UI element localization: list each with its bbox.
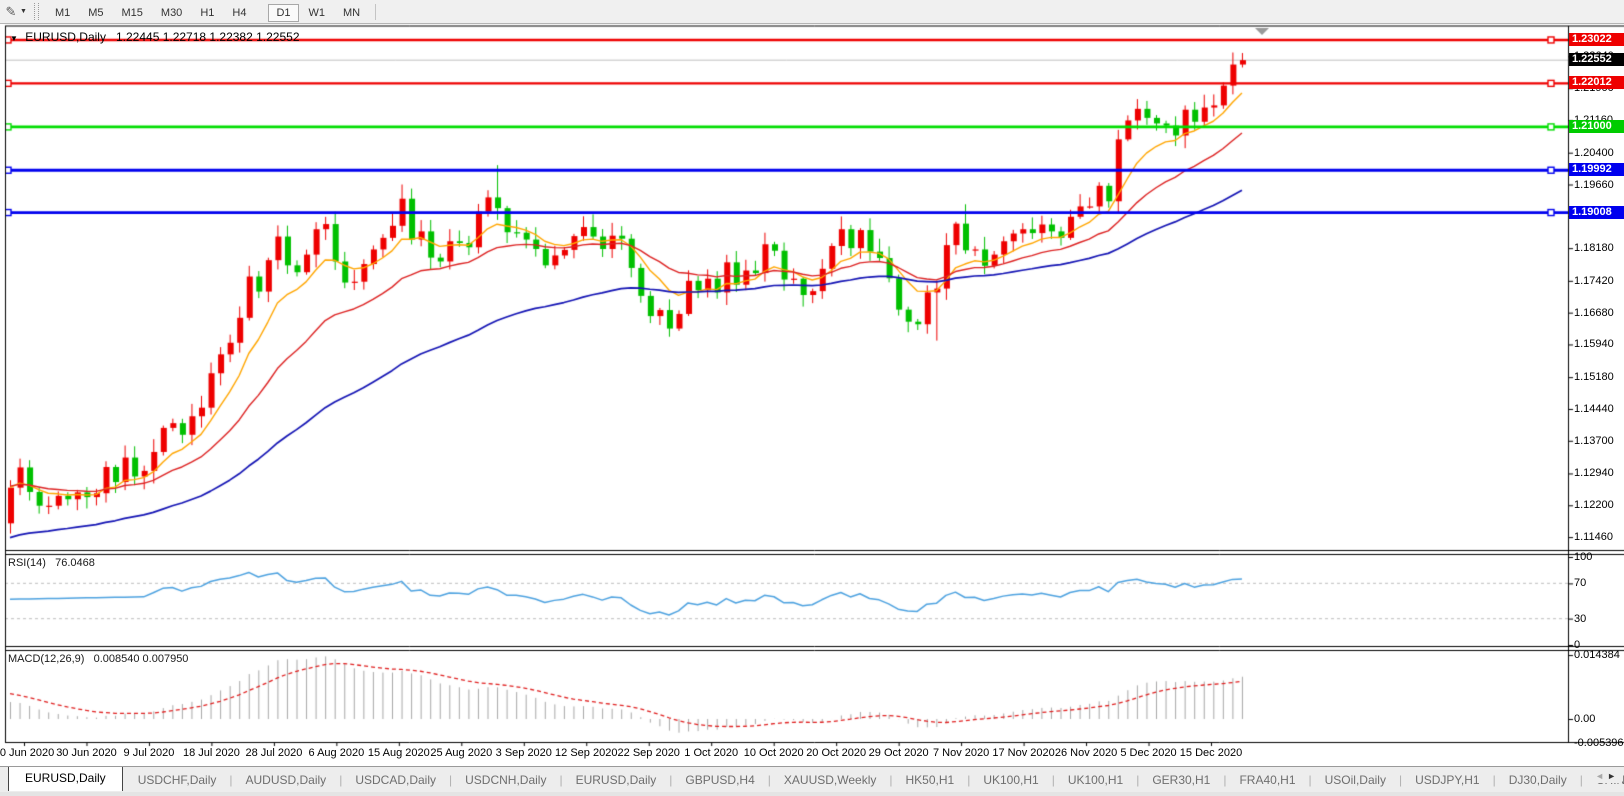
chart-tab-usdcnh-daily[interactable]: USDCNH,Daily: [452, 770, 559, 790]
date-tick-label: 30 Jun 2020: [56, 747, 117, 759]
date-tick-label: 9 Jul 2020: [124, 747, 175, 759]
chart-title-collapse-icon[interactable]: ▼: [10, 34, 18, 43]
date-tick-label: 15 Dec 2020: [1180, 747, 1242, 759]
date-tick-label: 5 Dec 2020: [1120, 747, 1176, 759]
timeframe-button-mn[interactable]: MN: [335, 4, 368, 22]
date-tick-label: 10 Oct 2020: [744, 747, 804, 759]
date-tick-label: 12 Sep 2020: [555, 747, 617, 759]
date-tick-label: 18 Jul 2020: [183, 747, 240, 759]
chart-tab-ger30-h1[interactable]: GER30,H1: [1139, 770, 1223, 790]
price-tick-label: 1.14440: [1574, 403, 1614, 415]
date-tick-label: 26 Nov 2020: [1055, 747, 1117, 759]
price-tick-label: 1.19660: [1574, 179, 1614, 191]
date-tick-label: 25 Aug 2020: [430, 747, 492, 759]
chart-tab-uk100-h1[interactable]: UK100,H1: [1055, 770, 1136, 790]
chart-tab-usdcad-daily[interactable]: USDCAD,Daily: [342, 770, 449, 790]
macd-tick-label: -0.005396: [1574, 737, 1624, 749]
price-tick-label: 1.13700: [1574, 435, 1614, 447]
price-tick-label: 1.12200: [1574, 499, 1614, 511]
rsi-value: 76.0468: [55, 557, 95, 569]
timeframe-buttons: M1M5M15M30H1H4 D1W1MN: [46, 3, 369, 21]
date-tick-label: 15 Aug 2020: [368, 747, 430, 759]
price-tick-label: 1.15940: [1574, 338, 1614, 350]
chart-tab-audusd-daily[interactable]: AUDUSD,Daily: [233, 770, 340, 790]
tab-scroll-right-icon[interactable]: ►: [1607, 771, 1619, 781]
rsi-tick-label: 100: [1574, 551, 1592, 563]
timeframe-button-h4[interactable]: H4: [224, 4, 254, 22]
price-tick-label: 1.20400: [1574, 147, 1614, 159]
pen-tool-dropdown-caret[interactable]: ▼: [20, 8, 27, 15]
chart-tab-uk100-h1[interactable]: UK100,H1: [970, 770, 1051, 790]
price-line-label[interactable]: 1.23022: [1569, 33, 1624, 46]
price-tick-label: 1.11460: [1574, 531, 1613, 543]
price-tick-label: 1.12940: [1574, 467, 1614, 479]
chart-tab-gbpusd-h4[interactable]: GBPUSD,H4: [672, 770, 767, 790]
tab-scroll-left-icon[interactable]: ◄: [1595, 771, 1607, 781]
status-strip: [0, 792, 1624, 796]
chart-tab-xauusd-weekly[interactable]: XAUUSD,Weekly: [771, 770, 889, 790]
price-line-label[interactable]: 1.19008: [1569, 206, 1624, 219]
chart-tab-usoil-daily[interactable]: USOil,Daily: [1312, 770, 1399, 790]
timeframe-button-d1[interactable]: D1: [268, 4, 298, 22]
date-tick-label: 17 Nov 2020: [992, 747, 1054, 759]
price-tick-label: 1.16680: [1574, 307, 1614, 319]
macd-tick-label: 0.014384: [1574, 649, 1620, 661]
chart-canvas[interactable]: [0, 0, 1624, 766]
rsi-tick-label: 30: [1574, 613, 1586, 625]
price-line-label[interactable]: 1.22012: [1569, 76, 1624, 89]
chart-tab-dj30-daily[interactable]: DJ30,Daily: [1496, 770, 1580, 790]
chart-tab-eurusd-daily[interactable]: EURUSD,Daily: [563, 770, 670, 790]
price-tick-label: 1.17420: [1574, 275, 1614, 287]
date-tick-label: 20 Oct 2020: [806, 747, 866, 759]
chart-symbol-period: EURUSD,Daily: [25, 30, 106, 44]
price-tick-label: 1.18180: [1574, 242, 1614, 254]
macd-values: 0.008540 0.007950: [94, 653, 189, 665]
price-tick-label: 1.15180: [1574, 371, 1614, 383]
trading-platform-window: ✎ ▼ M1M5M15M30H1H4 D1W1MN ▼ EURUSD,Daily …: [0, 0, 1624, 796]
macd-tick-label: 0.00: [1574, 713, 1595, 725]
macd-name: MACD(12,26,9): [8, 653, 84, 665]
timeframe-toolbar: ✎ ▼ M1M5M15M30H1H4 D1W1MN: [0, 0, 1624, 24]
date-tick-label: 29 Oct 2020: [869, 747, 929, 759]
toolbar-grip-handle[interactable]: [34, 3, 39, 20]
chart-tab-fra40-h1[interactable]: FRA40,H1: [1226, 770, 1308, 790]
timeframe-button-h1[interactable]: H1: [192, 4, 222, 22]
chart-tab-bar: EURUSD,DailyUSDCHF,Daily|AUDUSD,Daily|US…: [0, 766, 1624, 793]
macd-indicator-label: MACD(12,26,9) 0.008540 0.007950: [8, 653, 188, 665]
chart-ohlc-values: 1.22445 1.22718 1.22382 1.22552: [116, 30, 300, 44]
price-line-label[interactable]: 1.19992: [1569, 163, 1624, 176]
date-tick-label: 1 Oct 2020: [684, 747, 738, 759]
pen-tool-icon[interactable]: ✎: [2, 4, 20, 20]
price-line-label[interactable]: 1.21000: [1569, 120, 1624, 133]
chart-tab-usdchf-daily[interactable]: USDCHF,Daily: [125, 770, 230, 790]
date-tick-label: 22 Sep 2020: [618, 747, 680, 759]
chart-tab-usdjpy-h1[interactable]: USDJPY,H1: [1402, 770, 1492, 790]
date-tick-label: 3 Sep 2020: [496, 747, 552, 759]
timeframe-button-w1[interactable]: W1: [301, 4, 334, 22]
price-line-label[interactable]: 1.22552: [1569, 53, 1624, 66]
rsi-name: RSI(14): [8, 557, 46, 569]
timeframe-button-m30[interactable]: M30: [153, 4, 190, 22]
date-tick-label: 20 Jun 2020: [0, 747, 54, 759]
rsi-tick-label: 70: [1574, 577, 1586, 589]
timeframe-button-m5[interactable]: M5: [80, 4, 111, 22]
rsi-indicator-label: RSI(14) 76.0468: [8, 557, 95, 569]
toolbar-divider: [375, 4, 376, 20]
chart-tab-eurusd-daily[interactable]: EURUSD,Daily: [8, 766, 123, 791]
tab-scroll-arrows: ◄►: [1592, 769, 1622, 783]
chart-tab-hk50-h1[interactable]: HK50,H1: [892, 770, 967, 790]
date-tick-label: 28 Jul 2020: [245, 747, 302, 759]
date-tick-label: 6 Aug 2020: [309, 747, 365, 759]
date-tick-label: 7 Nov 2020: [933, 747, 989, 759]
timeframe-button-m15[interactable]: M15: [114, 4, 151, 22]
chart-title: ▼ EURUSD,Daily 1.22445 1.22718 1.22382 1…: [10, 30, 300, 44]
timeframe-button-m1[interactable]: M1: [47, 4, 78, 22]
